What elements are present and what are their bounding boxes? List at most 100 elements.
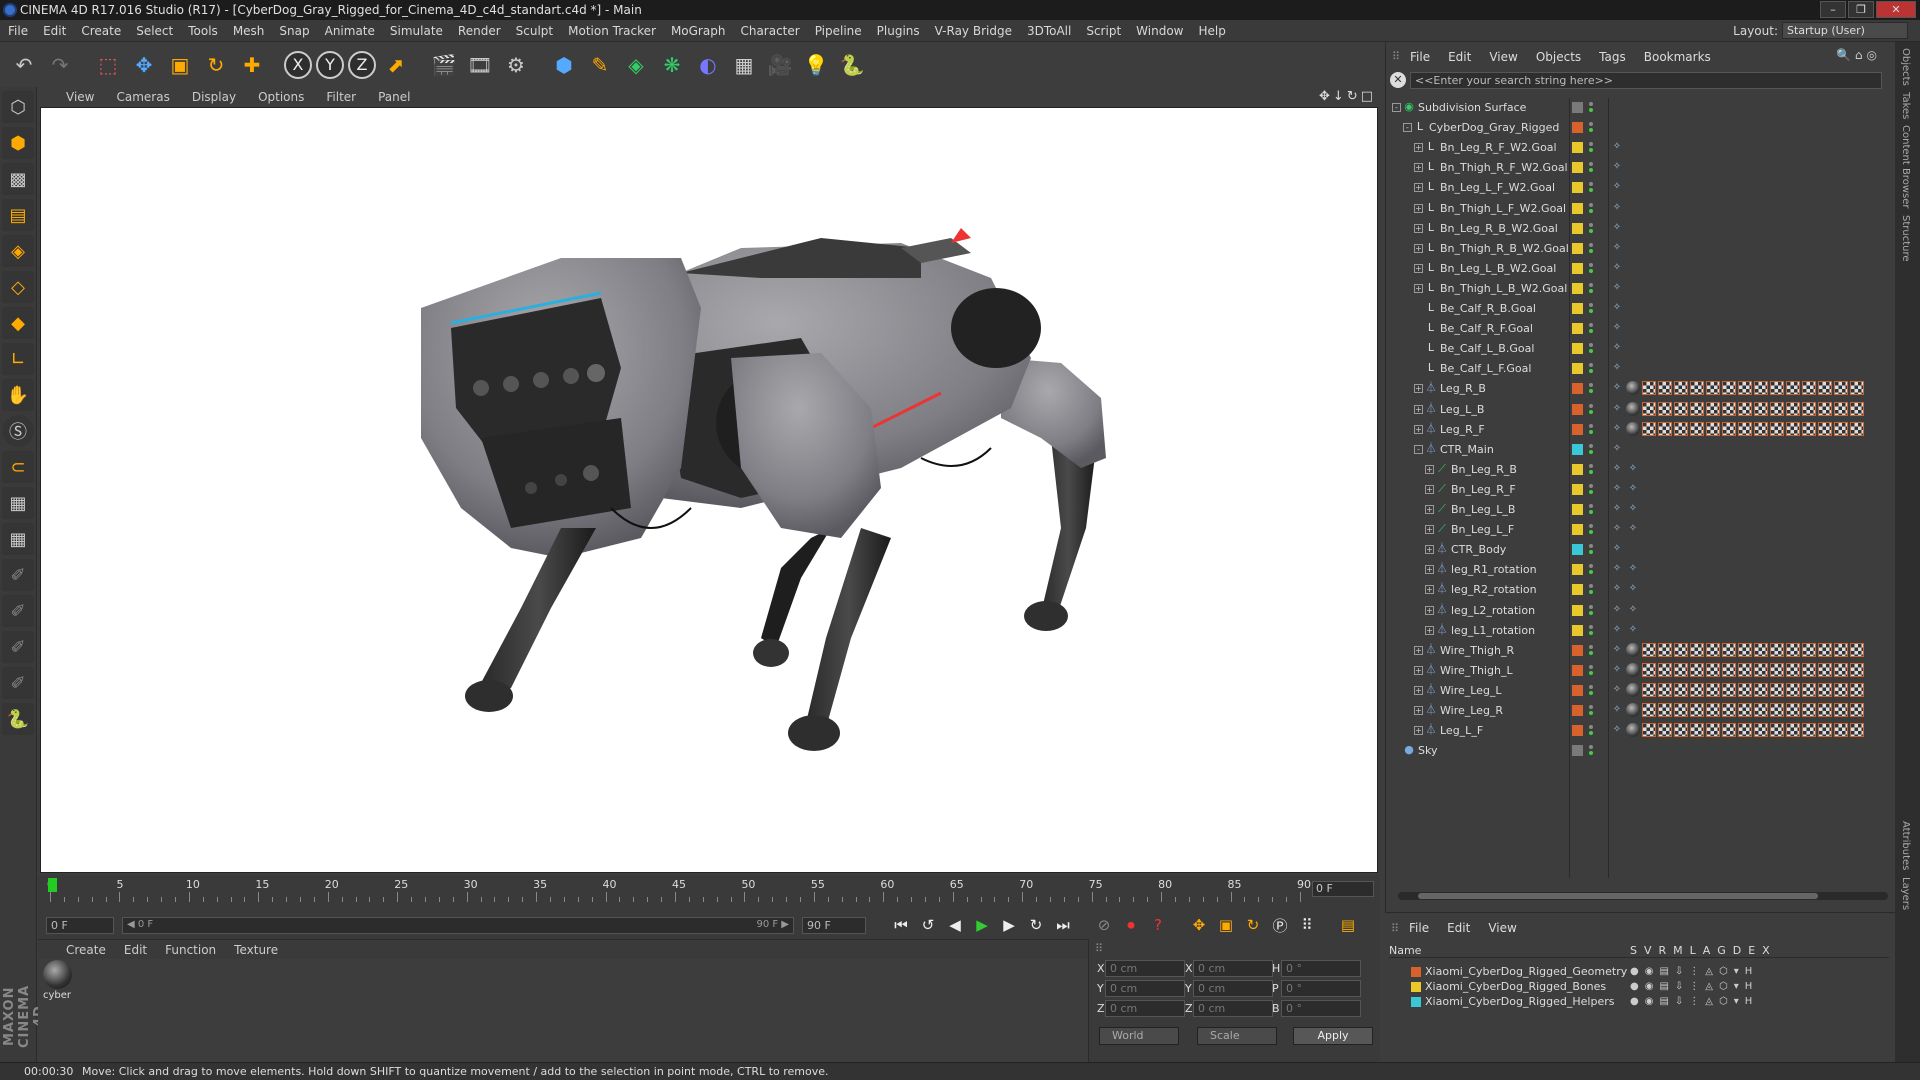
visibility-dots[interactable] [1588,341,1594,355]
layer-color-swatch[interactable] [1572,343,1583,355]
prev-frame-icon[interactable]: ◀ [943,913,967,937]
object-row[interactable]: + ⏃ leg_L1_rotation ✧ ✧ [1386,621,1896,641]
array-icon[interactable]: ❋ [656,49,688,81]
object-name[interactable]: Bn_Leg_R_B_W2.Goal [1440,222,1558,235]
layer-color-swatch[interactable] [1572,604,1583,616]
brush-icon[interactable]: ✐ [2,559,34,591]
visibility-dots[interactable] [1588,100,1594,114]
layer-color-swatch[interactable] [1572,463,1583,475]
material-label[interactable]: cyber [43,990,71,1001]
object-search-input[interactable]: <<Enter your search string here>> [1410,72,1882,89]
object-name[interactable]: leg_L2_rotation [1451,604,1535,617]
object-row[interactable]: - L CyberDog_Gray_Rigged [1386,118,1896,138]
texture-tag-icon[interactable] [1802,662,1816,677]
coord-mode-select[interactable]: World [1099,1027,1179,1045]
visibility-dots[interactable] [1588,522,1594,536]
texture-tag-icon[interactable] [1834,401,1848,416]
texture-tag-icon[interactable] [1754,381,1768,396]
object-name[interactable]: CyberDog_Gray_Rigged [1429,121,1559,134]
texture-tag-icon[interactable] [1722,662,1736,677]
texture-tag-icon[interactable] [1802,723,1816,738]
lm-menu-view[interactable]: View [1488,921,1516,935]
layer-color-swatch[interactable] [1572,182,1583,194]
ik-tag-icon[interactable]: ✧ [1610,200,1624,215]
material-menu-edit[interactable]: Edit [124,943,147,957]
ik-tag-icon[interactable]: ✧ [1610,220,1624,235]
collapse-icon[interactable]: - [1403,123,1412,133]
texture-tag-icon[interactable] [1706,401,1720,416]
subdivision-icon[interactable]: ◈ [620,49,652,81]
ik-tag-icon[interactable]: ✧ [1626,502,1640,516]
texture-tag-icon[interactable] [1738,682,1752,697]
layer-row[interactable]: Xiaomi_CyberDog_Rigged_Geometry ●◉▤⇩⋮◬⬡▾H [1385,965,1895,980]
visibility-dots[interactable] [1588,643,1594,657]
menu-motion-tracker[interactable]: Motion Tracker [568,24,656,38]
object-name[interactable]: Leg_R_F [1440,423,1485,436]
menu-simulate[interactable]: Simulate [390,24,443,38]
object-name[interactable]: Wire_Leg_L [1440,684,1502,697]
layer-color-swatch[interactable] [1572,202,1583,214]
visibility-dots[interactable] [1588,381,1594,395]
ik-tag-icon[interactable]: ✧ [1610,522,1624,537]
object-row[interactable]: + ⏃ leg_R2_rotation ✧ ✧ [1386,580,1896,600]
texture-tag-icon[interactable] [1690,401,1704,416]
layer-color-swatch[interactable] [1572,504,1583,515]
visibility-dots[interactable] [1588,482,1594,496]
texture-tag-icon[interactable] [1642,703,1656,717]
ik-tag-icon[interactable]: ✧ [1610,361,1624,376]
side-tab-objects[interactable]: Objects [1900,48,1911,86]
layer-color-swatch[interactable] [1572,383,1583,395]
expand-icon[interactable]: + [1425,484,1434,494]
texture-tag-icon[interactable] [1786,662,1800,677]
texture-tag-icon[interactable] [1722,703,1736,717]
expand-icon[interactable]: + [1414,645,1423,655]
visibility-dots[interactable] [1588,201,1594,215]
object-row[interactable]: L Be_Calf_L_F.Goal ✧ [1386,359,1896,379]
om-menu-edit[interactable]: Edit [1448,50,1471,64]
om-nav-icons[interactable]: 🔍⌂◎ [1836,48,1881,62]
tweak-mode-icon[interactable]: ✋ [2,379,34,411]
object-name[interactable]: Be_Calf_R_F.Goal [1440,322,1533,335]
ik-tag-icon[interactable]: ✧ [1610,381,1624,396]
coord-value-field[interactable]: 0 cm [1193,980,1273,997]
object-row[interactable]: ● Sky [1386,741,1896,761]
material-tag-icon[interactable] [1626,682,1640,697]
play-icon[interactable]: ▶ [970,913,994,937]
object-name[interactable]: Leg_L_F [1440,724,1483,737]
end-frame-field[interactable]: 90 F [802,916,866,934]
texture-tag-icon[interactable] [1642,381,1656,396]
object-row[interactable]: - ⏃ CTR_Main ✧ [1386,440,1896,460]
texture-tag-icon[interactable] [1722,723,1736,738]
prev-key-icon[interactable]: ↺ [916,913,940,937]
key-position-icon[interactable]: ✥ [1187,913,1211,937]
expand-icon[interactable]: + [1425,605,1434,615]
menu-character[interactable]: Character [740,24,799,38]
om-menu-tags[interactable]: Tags [1599,50,1626,64]
texture-tag-icon[interactable] [1786,682,1800,697]
texture-tag-icon[interactable] [1674,703,1688,717]
visibility-dots[interactable] [1588,502,1594,516]
texture-mode-icon[interactable]: ▩ [2,163,34,195]
ik-tag-icon[interactable]: ✧ [1626,582,1640,597]
visibility-dots[interactable] [1588,281,1594,295]
menu-render[interactable]: Render [458,24,501,38]
layer-color-swatch[interactable] [1572,745,1583,757]
object-row[interactable]: L Be_Calf_R_B.Goal ✧ [1386,299,1896,319]
texture-tag-icon[interactable] [1770,703,1784,717]
material-tag-icon[interactable] [1626,662,1640,677]
texture-tag-icon[interactable] [1818,723,1832,738]
ik-tag-icon[interactable]: ✧ [1610,180,1624,195]
expand-icon[interactable]: + [1425,505,1434,514]
texture-tag-icon[interactable] [1642,401,1656,416]
texture-tag-icon[interactable] [1706,421,1720,436]
texture-tag-icon[interactable] [1786,703,1800,717]
layer-color-swatch[interactable] [1572,705,1583,716]
y-axis-icon[interactable]: Y [316,50,344,79]
layer-color-swatch[interactable] [1572,483,1583,495]
object-row[interactable]: + ⟋ Bn_Leg_L_B ✧ ✧ [1386,500,1896,520]
timeline-ruler[interactable]: 051015202530354045505560657075808590 0 F [38,875,1380,911]
texture-tag-icon[interactable] [1834,723,1848,738]
object-row[interactable]: + ⏃ Leg_R_B ✧ [1386,379,1896,399]
layer-color-swatch[interactable] [1411,997,1421,1007]
expand-icon[interactable]: + [1414,163,1423,173]
